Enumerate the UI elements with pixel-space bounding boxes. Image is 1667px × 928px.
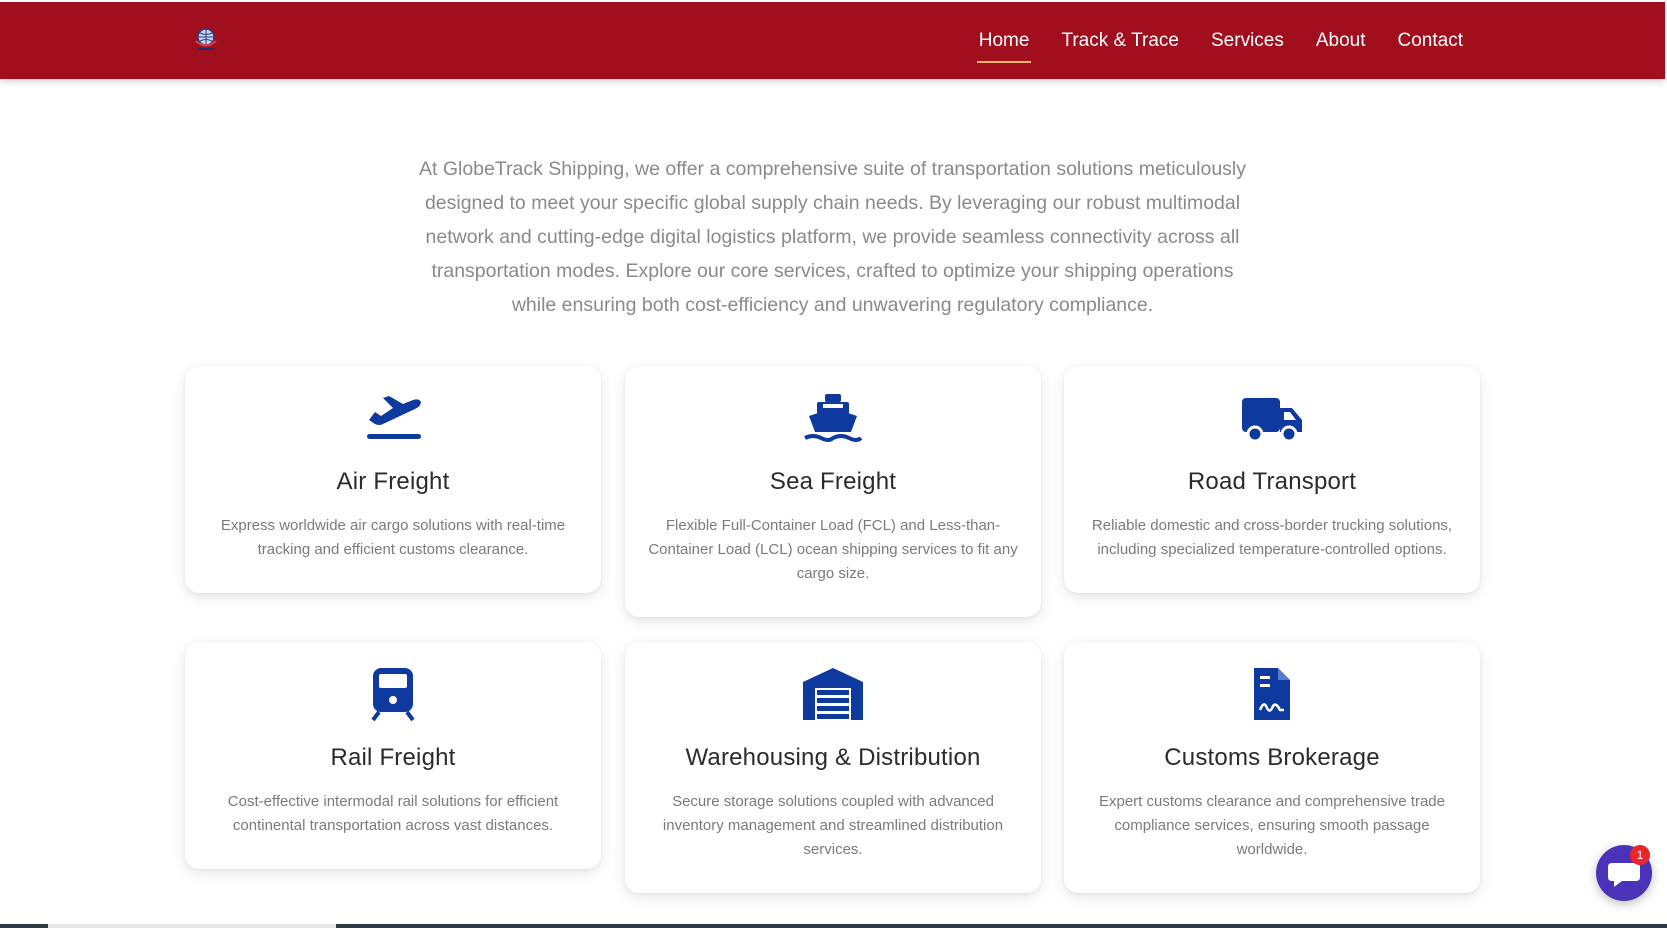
nav-home-link[interactable]: Home [963,2,1046,79]
chat-notification-badge: 1 [1630,845,1650,865]
service-description: Expert customs clearance and comprehensi… [1098,793,1445,858]
bottom-taskbar-strip [0,924,1667,928]
nav-services-link[interactable]: Services [1195,2,1300,79]
ship-icon [804,394,863,442]
service-title: Rail Freight [330,744,456,771]
train-icon [371,668,415,722]
nav-contact-link[interactable]: Contact [1382,2,1479,79]
file-signature-icon [1254,668,1290,720]
plane-departure-icon [367,396,421,439]
services-intro-text: At GlobeTrack Shipping, we offer a compr… [418,157,1246,316]
service-description: Secure storage solutions coupled with ad… [662,793,1004,858]
nav-links: Home Track & Trace Services About Contac… [963,2,1479,79]
service-description: Express worldwide air cargo solutions wi… [220,517,566,558]
truck-icon [1242,398,1302,443]
service-card-air-freight[interactable]: Air Freight Express worldwide air cargo … [185,366,601,593]
service-card-rail-freight[interactable]: Rail Freight Cost-effective intermodal r… [185,642,601,869]
globe-logo-icon[interactable] [190,24,222,54]
service-card-customs-brokerage[interactable]: Customs Brokerage Expert customs clearan… [1064,642,1480,893]
nav-about-link[interactable]: About [1300,2,1382,79]
service-description: Reliable domestic and cross-border truck… [1091,517,1453,558]
service-title: Air Freight [336,468,450,495]
service-description: Flexible Full-Container Load (FCL) and L… [648,517,1018,582]
service-card-sea-freight[interactable]: Sea Freight Flexible Full-Container Load… [625,366,1041,617]
service-title: Road Transport [1187,468,1357,495]
service-title: Customs Brokerage [1164,744,1380,771]
nav-track-trace-link[interactable]: Track & Trace [1045,2,1195,79]
top-navbar: Home Track & Trace Services About Contac… [0,2,1665,79]
service-card-road-transport[interactable]: Road Transport Reliable domestic and cro… [1064,366,1480,593]
service-card-warehousing[interactable]: Warehousing & Distribution Secure storag… [625,642,1041,893]
service-title: Warehousing & Distribution [685,744,981,771]
bottom-strip-segment [48,924,336,928]
service-title: Sea Freight [769,468,897,495]
warehouse-icon [803,668,863,720]
service-description: Cost-effective intermodal rail solutions… [227,793,559,834]
